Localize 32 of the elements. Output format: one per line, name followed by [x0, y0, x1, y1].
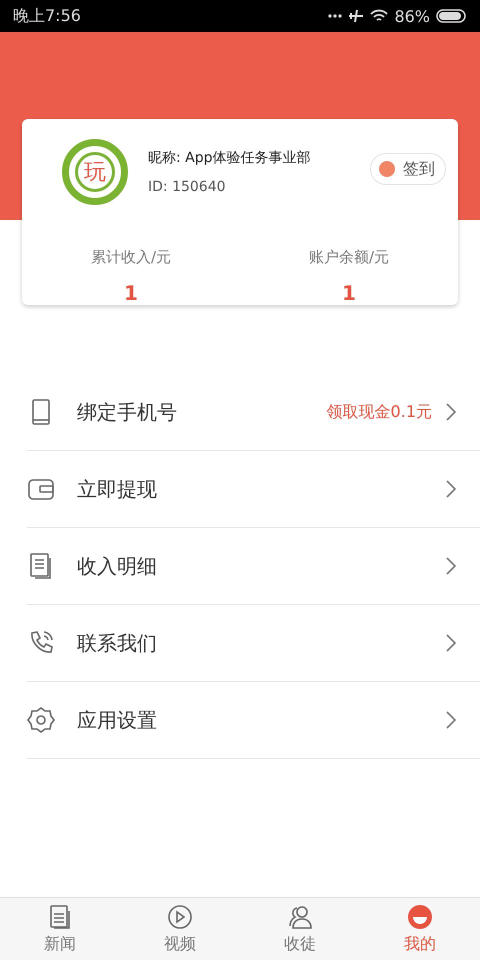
- chevron-icon: [446, 480, 456, 498]
- menu-item[interactable]: 绑定手机号 领取现金0.1元: [27, 374, 480, 451]
- nav-tab[interactable]: 新闻: [0, 898, 120, 960]
- more-icon: [328, 14, 342, 18]
- battery-level: 86%: [394, 6, 430, 26]
- stat-value: 1: [124, 281, 138, 305]
- wifi-icon: [370, 9, 388, 23]
- avatar-icon: [407, 904, 433, 930]
- newspaper-icon: [47, 904, 73, 930]
- nav-tab[interactable]: 视频: [120, 898, 240, 960]
- play-icon: [167, 904, 193, 930]
- chevron-icon: [446, 711, 456, 729]
- status-time: 晚上7:56: [13, 6, 81, 26]
- stat-label: 账户余额/元: [308, 248, 390, 267]
- checkin-button[interactable]: 签到: [370, 153, 446, 185]
- menu-item[interactable]: 立即提现: [27, 451, 480, 528]
- settings-icon: [27, 706, 55, 734]
- menu-item[interactable]: 应用设置: [27, 682, 480, 759]
- reward-note: 领取现金0.1元: [326, 402, 432, 422]
- stat-value: 1: [342, 281, 356, 305]
- chevron-icon: [446, 634, 456, 652]
- nickname: 昵称: App体验任务事业部: [148, 149, 312, 167]
- user-id: ID: 150640: [148, 179, 227, 195]
- battery-icon: [436, 9, 466, 23]
- chevron-icon: [446, 403, 456, 421]
- stat-label: 累计收入/元: [90, 248, 172, 267]
- menu-item[interactable]: 收入明细: [27, 528, 480, 605]
- nav-tab[interactable]: 收徒: [240, 898, 360, 960]
- chevron-icon: [446, 557, 456, 575]
- menu-item[interactable]: 联系我们: [27, 605, 480, 682]
- people-icon: [287, 904, 313, 930]
- app-logo: 玩: [62, 139, 128, 205]
